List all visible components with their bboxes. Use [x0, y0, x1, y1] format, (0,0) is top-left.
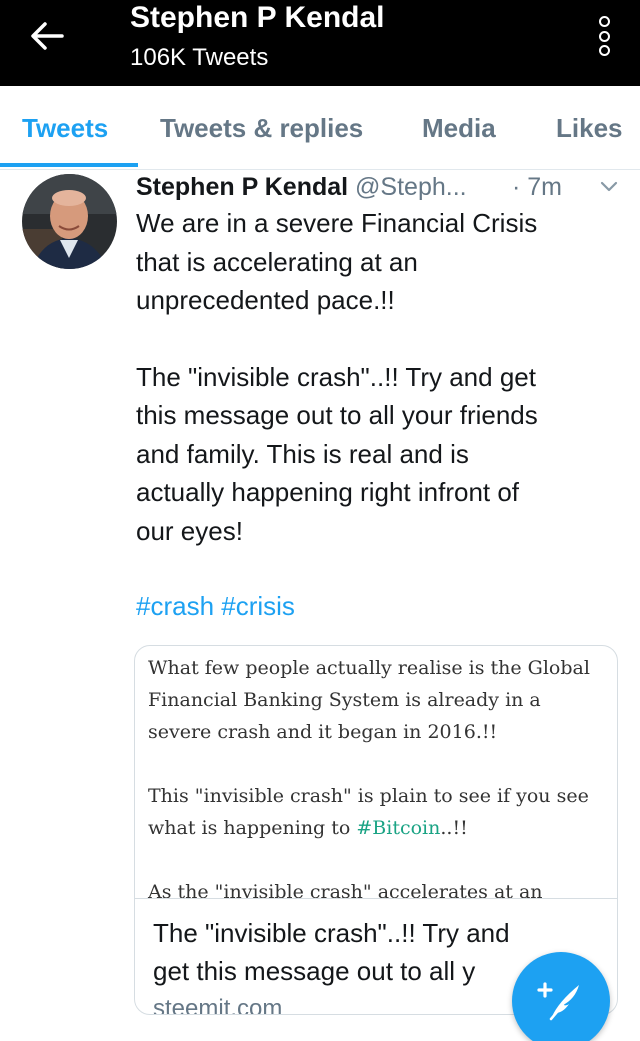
tweet-text-line: this message out to all your friends — [136, 400, 538, 430]
card-preview-line: Financial Banking System is already in a — [148, 689, 541, 711]
tweet-hashtags[interactable]: #crash #crisis — [136, 588, 295, 624]
tweet-text-line: actually happening right infront of — [136, 477, 520, 507]
card-preview-hashtag: #Bitcoin — [356, 817, 441, 839]
tweet-text-line: unprecedented pace.!! — [136, 285, 395, 315]
arrow-left-icon — [31, 22, 64, 50]
card-preview-line: severe crash and it began in 2016.!! — [148, 721, 498, 743]
card-preview-image: What few people actually realise is the … — [135, 646, 617, 898]
chevron-down-icon[interactable] — [596, 176, 622, 196]
card-preview-text: what is happening to — [148, 817, 357, 839]
card-title-line: The "invisible crash"..!! Try and — [153, 918, 510, 948]
card-preview-line: what is happening to #Bitcoin..!! — [148, 812, 607, 844]
tweet-text-line: The "invisible crash"..!! Try and get — [136, 361, 536, 392]
card-divider — [135, 898, 617, 899]
compose-tweet-icon — [537, 982, 579, 1021]
card-preview-line: What few people actually realise is the … — [148, 657, 590, 679]
back-button[interactable] — [22, 18, 72, 54]
tab-tweets[interactable]: Tweets — [22, 86, 108, 170]
tweet-count: 106K Tweets — [130, 44, 269, 71]
profile-tabs: Tweets Tweets & replies Media Likes — [0, 86, 640, 170]
card-preview-line: This "invisible crash" is plain to see i… — [148, 785, 589, 807]
tweet-text-line: that is accelerating at an — [136, 246, 418, 277]
tab-media[interactable]: Media — [422, 86, 496, 170]
avatar[interactable] — [22, 174, 117, 269]
card-preview-text: ..!! — [440, 817, 468, 839]
card-domain: steemit.com — [153, 995, 283, 1015]
compose-tweet-button[interactable] — [512, 952, 610, 1041]
header-title-block: Stephen P Kendal 106K Tweets — [130, 0, 385, 73]
card-preview-line: As the "invisible crash" accelerates at … — [148, 881, 543, 898]
active-tab-indicator — [0, 163, 138, 167]
tweet-text-line: our eyes! — [136, 515, 243, 546]
tweet-header: Stephen P Kendal @Steph... · 7m — [136, 170, 626, 204]
more-dot — [598, 45, 610, 56]
tweet-text: We are in a severe Financial Crisis that… — [136, 204, 626, 550]
more-vertical-icon — [598, 16, 610, 27]
more-dot — [598, 30, 610, 42]
tweet-author-handle[interactable]: @Steph... — [355, 173, 467, 201]
tab-tweets-replies[interactable]: Tweets & replies — [160, 86, 363, 170]
tab-likes[interactable]: Likes — [556, 86, 623, 170]
tweet-author-name[interactable]: Stephen P Kendal — [136, 173, 348, 201]
tweet-timestamp[interactable]: · 7m — [512, 170, 562, 204]
more-options-button[interactable] — [596, 16, 612, 56]
tweet-text-line: and family. This is real and is — [136, 438, 469, 469]
profile-name-title: Stephen P Kendal — [130, 1, 385, 34]
profile-header: Stephen P Kendal 106K Tweets — [0, 0, 640, 86]
avatar-photo — [22, 174, 117, 269]
tweet-text-line: We are in a severe Financial Crisis — [136, 208, 538, 238]
